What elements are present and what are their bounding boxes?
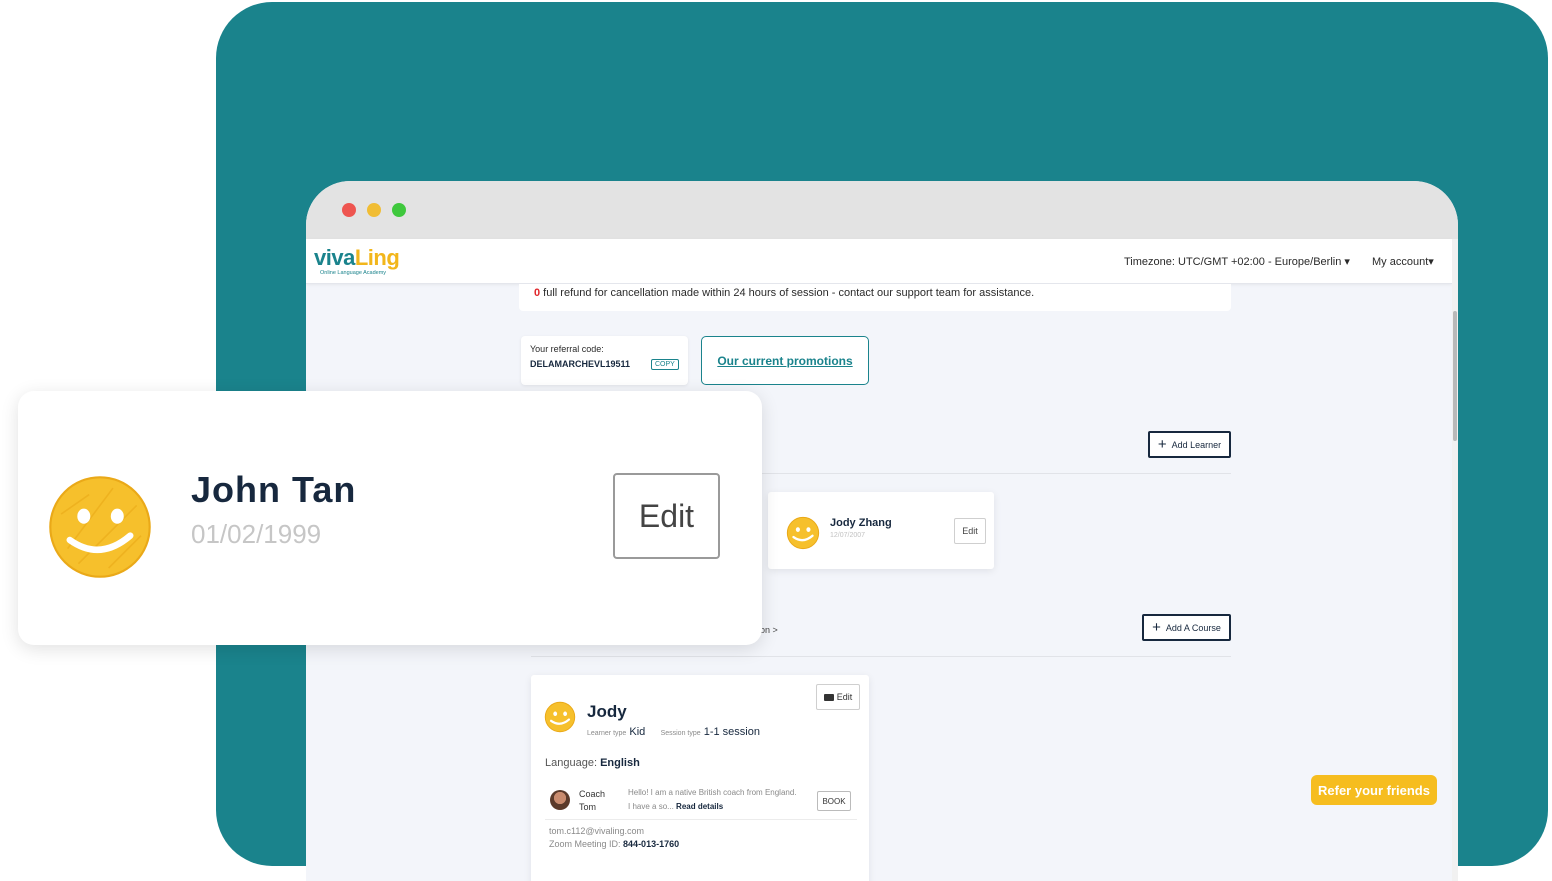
course-meta: Learner type Kid Session type 1-1 sessio… (587, 726, 760, 738)
top-navbar: vivaLing Online Language Academy Timezon… (306, 239, 1452, 284)
plus-icon: + (1152, 618, 1161, 636)
refer-friends-button[interactable]: Refer your friends (1311, 775, 1437, 805)
book-button[interactable]: BOOK (817, 791, 851, 811)
zoomed-learner-dob: 01/02/1999 (191, 519, 322, 549)
referral-label: Your referral code: (530, 344, 604, 354)
add-course-button[interactable]: + Add A Course (1142, 614, 1231, 641)
page-scrollbar[interactable] (1452, 239, 1458, 881)
minimize-window-dot[interactable] (367, 203, 381, 217)
zoomed-edit-button[interactable]: Edit (613, 473, 720, 559)
vivaling-logo[interactable]: vivaLing Online Language Academy (314, 247, 406, 279)
coach-bio: Hello! I am a native British coach from … (628, 786, 814, 814)
refund-notice: 0 full refund for cancellation made with… (519, 284, 1231, 311)
smiley-avatar-icon (544, 701, 576, 733)
referral-code-box: Your referral code: DELAMARCHEVL19511 CO… (521, 336, 688, 385)
zoom-label: Zoom Meeting ID: (549, 839, 621, 849)
language-label: Language: (545, 757, 597, 769)
close-window-dot[interactable] (342, 203, 356, 217)
logo-subtitle: Online Language Academy (320, 270, 387, 276)
edit-course-button[interactable]: Edit (816, 684, 860, 710)
promotions-button[interactable]: Our current promotions (701, 336, 869, 385)
learner-type-value: Kid (629, 726, 646, 738)
smiley-avatar-icon (49, 476, 151, 578)
coach-bio-line1: Hello! I am a native British coach from … (628, 788, 797, 797)
coach-label-line1: Coach (579, 789, 606, 799)
learner-name: Jody Zhang (830, 517, 892, 529)
plus-icon: + (1157, 435, 1167, 453)
maximize-window-dot[interactable] (392, 203, 406, 217)
smiley-avatar-icon (786, 516, 820, 550)
zoomed-learner-card: John Tan 01/02/1999 Edit (18, 391, 762, 645)
my-account-dropdown[interactable]: My account▾ (1372, 255, 1434, 268)
add-course-label: Add A Course (1165, 622, 1221, 633)
edit-learner-button[interactable]: Edit (954, 518, 986, 544)
learner-dob: 12/07/2007 (830, 532, 866, 539)
copy-code-button[interactable]: COPY (651, 359, 679, 370)
edit-course-label: Edit (836, 692, 853, 702)
id-card-icon (823, 693, 834, 701)
scrollbar-thumb[interactable] (1453, 311, 1457, 441)
courses-divider (531, 656, 1231, 657)
refund-text: full refund for cancellation made within… (540, 287, 1035, 299)
add-learner-label: Add Learner (1171, 439, 1222, 450)
session-type-value: 1-1 session (703, 726, 760, 738)
course-card: Jody Edit Learner type Kid Session type … (531, 675, 869, 881)
learner-card: Jody Zhang 12/07/2007 Edit (768, 492, 994, 569)
zoom-id: 844-013-1760 (623, 839, 680, 849)
coach-email: tom.c112@vivaling.com (549, 826, 645, 836)
course-learner-name: Jody (587, 702, 627, 721)
coach-avatar[interactable] (550, 790, 570, 810)
learner-type-label: Learner type (587, 730, 627, 737)
logo-accent: Ling (354, 245, 400, 270)
coach-bio-line2: I have a so... (628, 802, 674, 811)
logo-main: viva (314, 245, 355, 270)
course-language: Language: English (545, 757, 640, 769)
referral-code: DELAMARCHEVL19511 (530, 359, 631, 369)
language-value: English (600, 757, 640, 769)
zoom-meeting: Zoom Meeting ID: 844-013-1760 (549, 839, 679, 849)
timezone-dropdown[interactable]: Timezone: UTC/GMT +02:00 - Europe/Berlin… (1124, 255, 1350, 268)
add-learner-button[interactable]: + Add Learner (1148, 431, 1231, 458)
coach-label-line2: Tom (579, 802, 597, 812)
zoomed-learner-name: John Tan (191, 469, 357, 510)
session-type-label: Session type (660, 730, 701, 737)
coach-name: Coach Tom (579, 788, 605, 814)
course-card-divider (545, 819, 857, 820)
window-titlebar (306, 181, 1458, 239)
read-details-link[interactable]: Read details (676, 802, 723, 811)
